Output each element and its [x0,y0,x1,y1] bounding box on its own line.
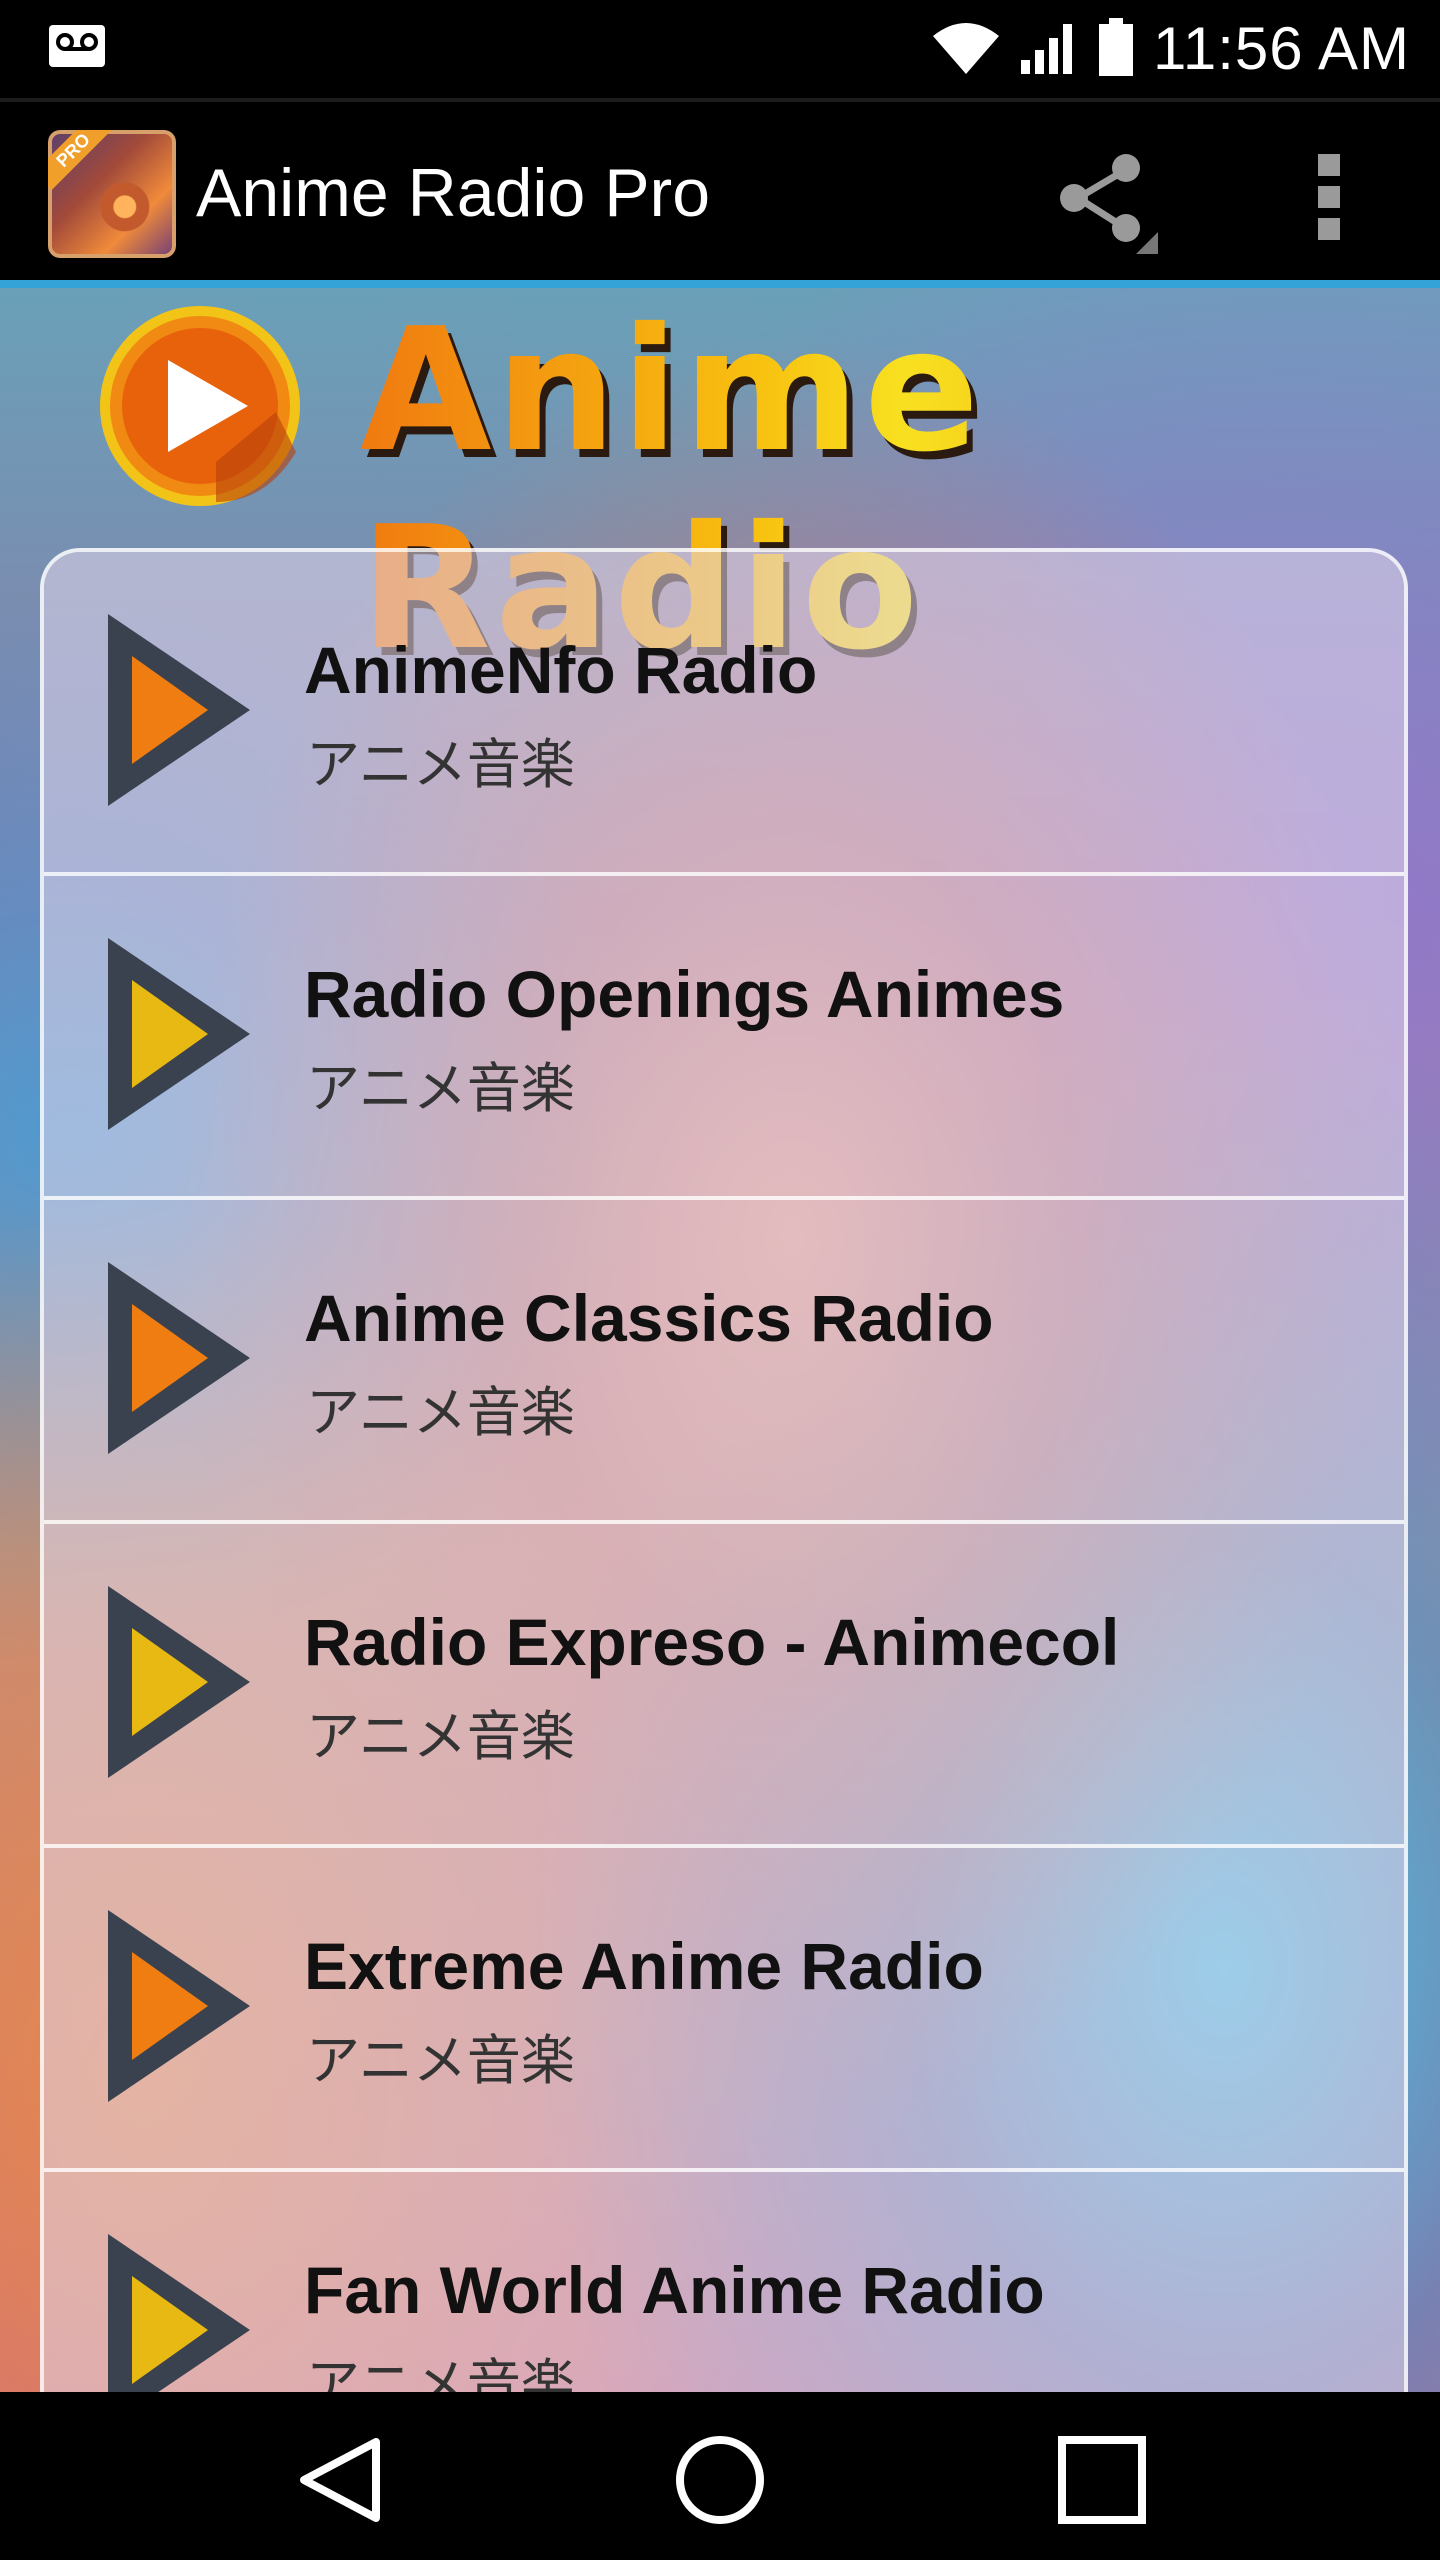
play-circle-icon [100,306,300,506]
station-name: AnimeNfo Radio [304,633,818,707]
back-icon[interactable] [290,2430,390,2530]
navigation-bar [0,2392,1440,2560]
station-subtitle: アニメ音楽 [306,733,575,796]
app-title: Anime Radio Pro [196,155,711,231]
signal-icon [1020,24,1072,74]
station-name: Radio Openings Animes [304,957,1065,1031]
station-subtitle: アニメ音楽 [306,1705,575,1768]
station-name: Radio Expreso - Animecol [304,1605,1120,1679]
content-area: Anime Radio AnimeNfo Radio アニメ音楽 Radio O… [0,288,1440,2392]
share-icon[interactable] [1050,146,1160,256]
status-bar: 11:56 AM [0,0,1440,98]
station-row[interactable]: Radio Openings Animes アニメ音楽 [44,876,1404,1200]
clock: 11:56 AM [1152,14,1410,82]
action-bar: PRO Anime Radio Pro [0,98,1440,284]
station-row[interactable]: AnimeNfo Radio アニメ音楽 [44,552,1404,876]
station-row[interactable]: Extreme Anime Radio アニメ音楽 [44,1848,1404,2172]
station-subtitle: アニメ音楽 [306,2353,575,2392]
pro-badge: PRO [48,130,114,191]
station-subtitle: アニメ音楽 [306,2029,575,2092]
voicemail-icon [49,25,105,67]
station-name: Anime Classics Radio [304,1281,994,1355]
banner-logo: Anime Radio [96,292,1346,688]
station-row[interactable]: Fan World Anime Radio アニメ音楽 [44,2172,1404,2392]
play-arrow-icon [108,1910,250,2102]
station-subtitle: アニメ音楽 [306,1057,575,1120]
station-row[interactable]: Anime Classics Radio アニメ音楽 [44,1200,1404,1524]
station-name: Extreme Anime Radio [304,1929,984,2003]
wifi-icon [932,23,999,74]
play-arrow-icon [108,2234,250,2392]
station-subtitle: アニメ音楽 [306,1381,575,1444]
overflow-menu-icon[interactable] [1310,146,1350,246]
station-row[interactable]: Radio Expreso - Animecol アニメ音楽 [44,1524,1404,1848]
play-arrow-icon [108,1262,250,1454]
play-arrow-icon [108,938,250,1130]
action-bar-divider [0,280,1440,288]
battery-icon [1098,18,1133,76]
app-icon[interactable]: PRO [48,130,176,258]
play-arrow-icon [108,614,250,806]
play-arrow-icon [108,1586,250,1778]
recents-icon[interactable] [1052,2430,1152,2530]
station-name: Fan World Anime Radio [304,2253,1045,2327]
home-icon[interactable] [670,2430,770,2530]
station-list: AnimeNfo Radio アニメ音楽 Radio Openings Anim… [40,548,1408,2392]
